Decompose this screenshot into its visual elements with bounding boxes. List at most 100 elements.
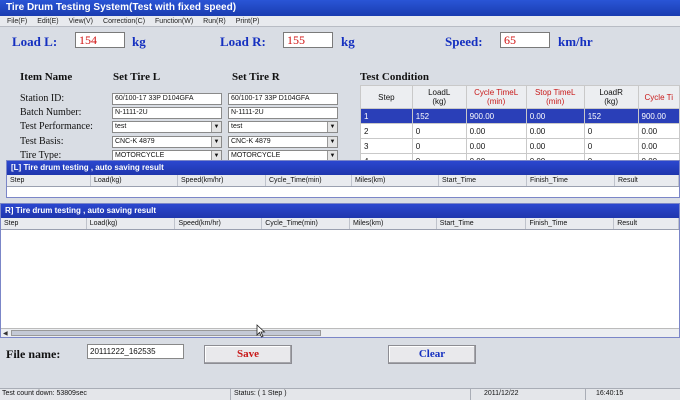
status-separator [585,389,586,400]
table-cell[interactable]: 2 [360,123,413,139]
table-cell[interactable]: 152 [411,108,467,124]
col-speed[interactable]: Speed(km/hr) [178,175,266,186]
countdown-status: Test count down: 53809sec [2,390,87,397]
status-bar: Test count down: 53809sec Status: ( 1 St… [0,388,680,400]
station-id-right-field[interactable]: 60/100-17 33P D104GFA [228,93,338,105]
result-panel-right-title: R] Tire drum testing , auto saving resul… [1,204,679,218]
chevron-down-icon[interactable]: ▼ [211,122,221,132]
batch-number-label: Batch Number: [20,107,82,118]
header-load-l: LoadL (kg) [411,85,467,109]
col-finish-time[interactable]: Finish_Time [527,175,615,186]
test-basis-label: Test Basis: [20,136,64,147]
col-item-name: Item Name [20,71,73,83]
test-performance-right-select[interactable]: test ▼ [228,121,338,133]
test-condition-title: Test Condition [360,71,429,83]
load-r-unit: kg [341,34,355,49]
status-date: 2011/12/22 [484,390,519,397]
col-finish-time[interactable]: Finish_Time [526,218,615,229]
tire-type-left-value: MOTORCYCLE [115,152,165,159]
table-cell[interactable]: 3 [360,138,413,154]
col-result[interactable]: Result [614,218,679,229]
table-cell[interactable]: 0.00 [465,138,527,154]
table-row[interactable]: 2 0 0.00 0.00 0 0.00 [360,123,680,139]
station-id-left-field[interactable]: 60/100-17 33P D104GFA [112,93,222,105]
col-cycle-time[interactable]: Cycle_Time(min) [262,218,350,229]
col-start-time[interactable]: Start_Time [439,175,527,186]
station-id-label: Station ID: [20,93,65,104]
table-row[interactable]: 3 0 0.00 0.00 0 0.00 [360,138,680,154]
table-cell[interactable]: 0.00 [637,138,680,154]
col-miles[interactable]: Miles(km) [352,175,439,186]
file-name-label: File name: [6,347,61,361]
test-condition-table: Step LoadL (kg) Cycle TimeL (min) Stop Tim… [360,85,680,169]
col-step[interactable]: Step [1,218,87,229]
table-row[interactable]: 1 152 900.00 0.00 152 900.00 [360,108,680,124]
table-header-row: Step LoadL (kg) Cycle TimeL (min) Stop Tim… [360,85,680,109]
window-title: Tire Drum Testing System(Test with fixed… [0,0,680,16]
horizontal-scrollbar[interactable]: ◀ [1,328,679,337]
test-basis-left-value: CNC-K 4879 [115,138,155,145]
speed-value: 65 [500,32,550,48]
table-cell[interactable]: 900.00 [637,108,680,124]
col-start-time[interactable]: Start_Time [437,218,527,229]
col-set-tire-l: Set Tire L [113,71,161,83]
test-basis-right-value: CNC-K 4879 [231,138,271,145]
table-cell[interactable]: 0 [411,123,467,139]
result-panel-right-header: Step Load(kg) Speed(km/hr) Cycle_Time(mi… [1,218,679,230]
test-performance-left-select[interactable]: test ▼ [112,121,222,133]
load-l-label: Load L: [12,34,58,49]
scroll-left-icon[interactable]: ◀ [3,330,8,337]
col-load[interactable]: Load(kg) [87,218,176,229]
menu-bar: File(F) Edit(E) View(V) Correction(C) Fu… [0,16,680,27]
col-load[interactable]: Load(kg) [91,175,178,186]
status-time: 16:40:15 [596,390,624,397]
table-cell[interactable]: 0.00 [525,138,585,154]
menu-function[interactable]: Function(W) [152,16,196,26]
table-cell[interactable]: 0.00 [637,123,680,139]
status-separator [470,389,471,400]
scrollbar-thumb[interactable] [11,330,321,336]
menu-edit[interactable]: Edit(E) [34,16,61,26]
table-cell[interactable]: 0.00 [525,123,585,139]
menu-view[interactable]: View(V) [66,16,96,26]
table-cell[interactable]: 0 [583,138,639,154]
file-name-input[interactable]: 20111222_162535 [87,344,184,359]
table-cell[interactable]: 0.00 [525,108,585,124]
chevron-down-icon[interactable]: ▼ [211,137,221,147]
header-cycle-time-r: Cycle Ti [637,85,680,109]
result-panel-right: R] Tire drum testing , auto saving resul… [0,203,680,338]
col-speed[interactable]: Speed(km/hr) [175,218,263,229]
table-cell[interactable]: 0 [583,123,639,139]
load-r-value: 155 [283,32,333,48]
load-l-unit: kg [132,34,146,49]
col-miles[interactable]: Miles(km) [350,218,437,229]
menu-run[interactable]: Run(R) [200,16,229,26]
menu-correction[interactable]: Correction(C) [100,16,148,26]
batch-number-right-field[interactable]: N-1111-2U [228,107,338,119]
clear-button[interactable]: Clear [388,345,476,364]
table-cell[interactable]: 152 [583,108,639,124]
menu-print[interactable]: Print(P) [233,16,263,26]
col-set-tire-r: Set Tire R [232,71,280,83]
save-button[interactable]: Save [204,345,292,364]
result-panel-left-header: Step Load(kg) Speed(km/hr) Cycle_Time(mi… [7,175,679,187]
header-stop-time-l: Stop TimeL (min) [525,85,585,109]
chevron-down-icon[interactable]: ▼ [327,122,337,132]
table-cell[interactable]: 0.00 [465,123,527,139]
chevron-down-icon[interactable]: ▼ [327,137,337,147]
table-cell[interactable]: 0 [411,138,467,154]
col-step[interactable]: Step [7,175,91,186]
test-basis-right-select[interactable]: CNC-K 4879 ▼ [228,136,338,148]
table-cell[interactable]: 900.00 [465,108,527,124]
table-cell[interactable]: 1 [360,108,413,124]
speed-label: Speed: [445,34,483,49]
col-cycle-time[interactable]: Cycle_Time(min) [266,175,352,186]
batch-number-left-field[interactable]: N-1111-2U [112,107,222,119]
col-result[interactable]: Result [615,175,679,186]
speed-unit: km/hr [558,34,593,49]
header-cycle-time-l: Cycle TimeL (min) [465,85,527,109]
test-performance-right-value: test [231,123,243,130]
test-basis-left-select[interactable]: CNC-K 4879 ▼ [112,136,222,148]
menu-file[interactable]: File(F) [4,16,30,26]
header-load-r: LoadR (kg) [583,85,639,109]
